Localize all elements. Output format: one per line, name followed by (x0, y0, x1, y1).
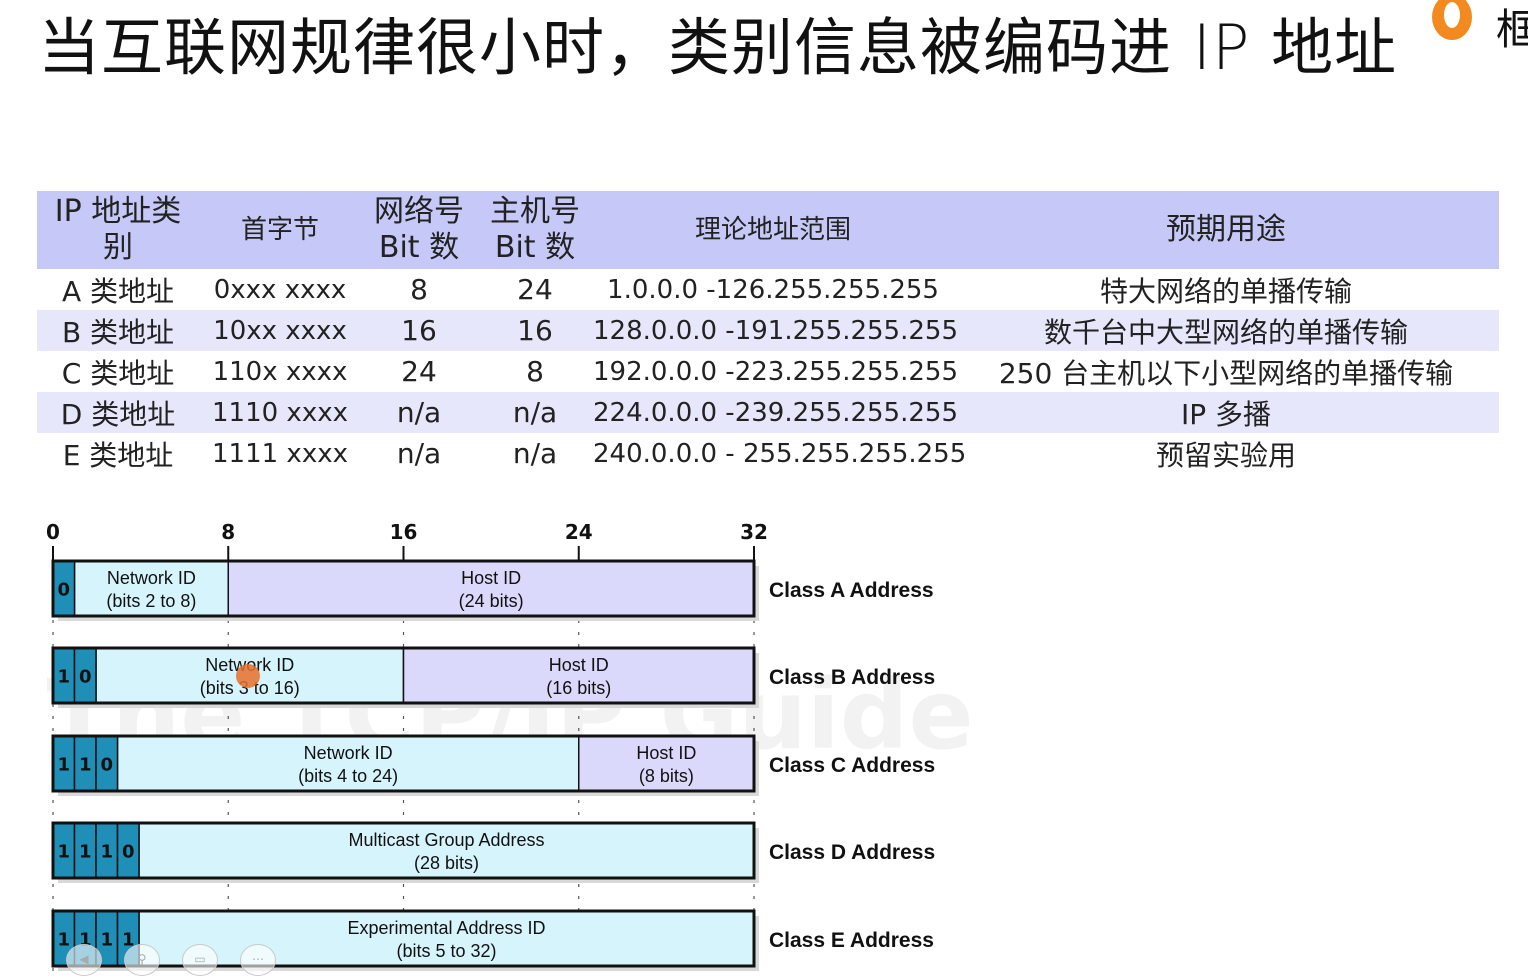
logo-text: 框 (1496, 5, 1528, 54)
class-address-label: Class D Address (769, 841, 935, 864)
scale-tick-label: 24 (565, 520, 593, 544)
cell-host-bits: 24 (517, 273, 553, 306)
network-field-label: Network ID (107, 568, 196, 588)
table-row: B 类地址 10xx xxxx 16 16 128.0.0.0 -191.255.255… (37, 310, 1499, 351)
table-row: D 类地址 1110 xxxx n/a n/a 224.0.0.0 -239.255.2… (37, 392, 1499, 433)
table-row: E 类地址 1111 xxxx n/a n/a 240.0.0.0 - 255.255.… (37, 433, 1499, 474)
cell-network-bits: n/a (396, 396, 442, 429)
ip-class-table: IP 地址类别 首字节 网络号 Bit 数 主机号 Bit 数 理论地址范围 预… (37, 191, 1499, 474)
logo-icon (1432, 0, 1472, 40)
slide-title: 当互联网规律很小时，类别信息被编码进 IP 地址 (38, 11, 1398, 84)
cell-network-bits: 16 (401, 314, 437, 347)
cell-ip-class: B 类地址 (61, 315, 175, 349)
scale-tick-label: 32 (740, 520, 768, 544)
ip-class-bit-diagram: The TCP/IP Guide0 8 16 24 320Network ID(bits… (46, 520, 974, 975)
cell-ip-class: E 类地址 (62, 438, 174, 472)
network-field-bits: (bits 5 to 32) (396, 941, 496, 961)
cell-address-range: 240.0.0.0 - 255.255.255.255 (593, 438, 967, 469)
prefix-bit: 0 (79, 667, 92, 688)
cell-address-range: 1.0.0.0 -126.255.255.255 (607, 274, 939, 305)
prefix-bit: 1 (57, 842, 70, 863)
cell-host-bits: 16 (517, 314, 553, 347)
host-field-bits: (24 bits) (459, 591, 524, 611)
network-field-label: Experimental Address ID (347, 918, 545, 938)
network-field-bits: (bits 2 to 8) (106, 591, 196, 611)
scale-tick-label: 8 (221, 520, 235, 544)
header-host-bits: 主机号 Bit 数 (490, 194, 580, 265)
network-field-bits: (bits 4 to 24) (298, 766, 398, 786)
host-field-label: Host ID (549, 655, 609, 675)
host-field-bits: (16 bits) (546, 678, 611, 698)
channel-logo: 框 (1428, 0, 1528, 56)
cell-first-byte: 110x xxxx (212, 356, 348, 387)
network-field-bits: (28 bits) (414, 853, 479, 873)
cell-address-range: 192.0.0.0 -223.255.255.255 (593, 356, 958, 387)
cell-ip-class: A 类地址 (61, 274, 175, 308)
prefix-bit: 1 (57, 667, 70, 688)
class-address-label: Class C Address (769, 754, 935, 777)
cell-intended-use: 250 台主机以下小型网络的单播传输 (998, 356, 1454, 390)
cell-host-bits: n/a (512, 396, 558, 429)
header-ip-class: IP 地址类别 (54, 194, 182, 265)
prefix-bit: 0 (100, 755, 113, 776)
cell-host-bits: 8 (526, 355, 544, 388)
cursor-pointer-icon (236, 664, 260, 688)
player-controls: ◀ ⚲ ▭ ⋯ (66, 944, 286, 976)
scale-tick-label: 16 (390, 520, 418, 544)
prefix-bit: 1 (79, 842, 92, 863)
host-field-label: Host ID (461, 568, 521, 588)
table-row: C 类地址 110x xxxx 24 8 192.0.0.0 -223.255.255.… (37, 351, 1499, 392)
cell-intended-use: IP 多播 (1180, 397, 1272, 431)
more-icon[interactable]: ⋯ (240, 944, 276, 976)
class-address-label: Class A Address (769, 579, 934, 602)
cell-address-range: 128.0.0.0 -191.255.255.255 (593, 315, 958, 346)
cell-network-bits: n/a (396, 437, 442, 470)
class-address-label: Class E Address (769, 929, 934, 952)
cell-ip-class: C 类地址 (61, 356, 175, 390)
cell-intended-use: 特大网络的单播传输 (1099, 274, 1352, 308)
captions-icon[interactable]: ▭ (182, 944, 218, 976)
cell-address-range: 224.0.0.0 -239.255.255.255 (593, 397, 958, 428)
cell-first-byte: 1111 xxxx (212, 438, 348, 469)
header-intended-use: 预期用途 (1166, 212, 1286, 247)
network-field-label: Network ID (304, 743, 393, 763)
header-first-byte: 首字节 (240, 215, 319, 245)
cell-intended-use: 数千台中大型网络的单播传输 (1043, 315, 1408, 349)
cell-network-bits: 8 (410, 273, 428, 306)
host-field-bits: (8 bits) (639, 766, 694, 786)
table-body: A 类地址 0xxx xxxx 8 24 1.0.0.0 -126.255.255.25… (37, 269, 1499, 474)
prefix-bit: 1 (100, 842, 113, 863)
cell-first-byte: 0xxx xxxx (213, 274, 347, 305)
header-address-range: 理论地址范围 (694, 215, 851, 245)
scale-tick-label: 0 (46, 520, 60, 544)
table-row: A 类地址 0xxx xxxx 8 24 1.0.0.0 -126.255.255.25… (37, 269, 1499, 310)
prefix-bit: 1 (57, 755, 70, 776)
prefix-bit: 1 (79, 755, 92, 776)
cell-host-bits: n/a (512, 437, 558, 470)
cell-first-byte: 1110 xxxx (212, 397, 348, 428)
prefix-bit: 0 (57, 580, 70, 601)
cell-ip-class: D 类地址 (60, 397, 176, 431)
cell-network-bits: 24 (401, 355, 437, 388)
network-field-label: Multicast Group Address (348, 830, 544, 850)
prev-icon[interactable]: ◀ (66, 944, 102, 976)
cell-first-byte: 10xx xxxx (213, 315, 347, 346)
host-field-label: Host ID (636, 743, 696, 763)
header-network-bits: 网络号 Bit 数 (374, 194, 464, 265)
zoom-icon[interactable]: ⚲ (124, 944, 160, 976)
class-address-label: Class B Address (769, 666, 935, 689)
table-header-row: IP 地址类别 首字节 网络号 Bit 数 主机号 Bit 数 理论地址范围 预… (37, 191, 1499, 269)
cell-intended-use: 预留实验用 (1155, 438, 1296, 472)
prefix-bit: 0 (122, 842, 135, 863)
